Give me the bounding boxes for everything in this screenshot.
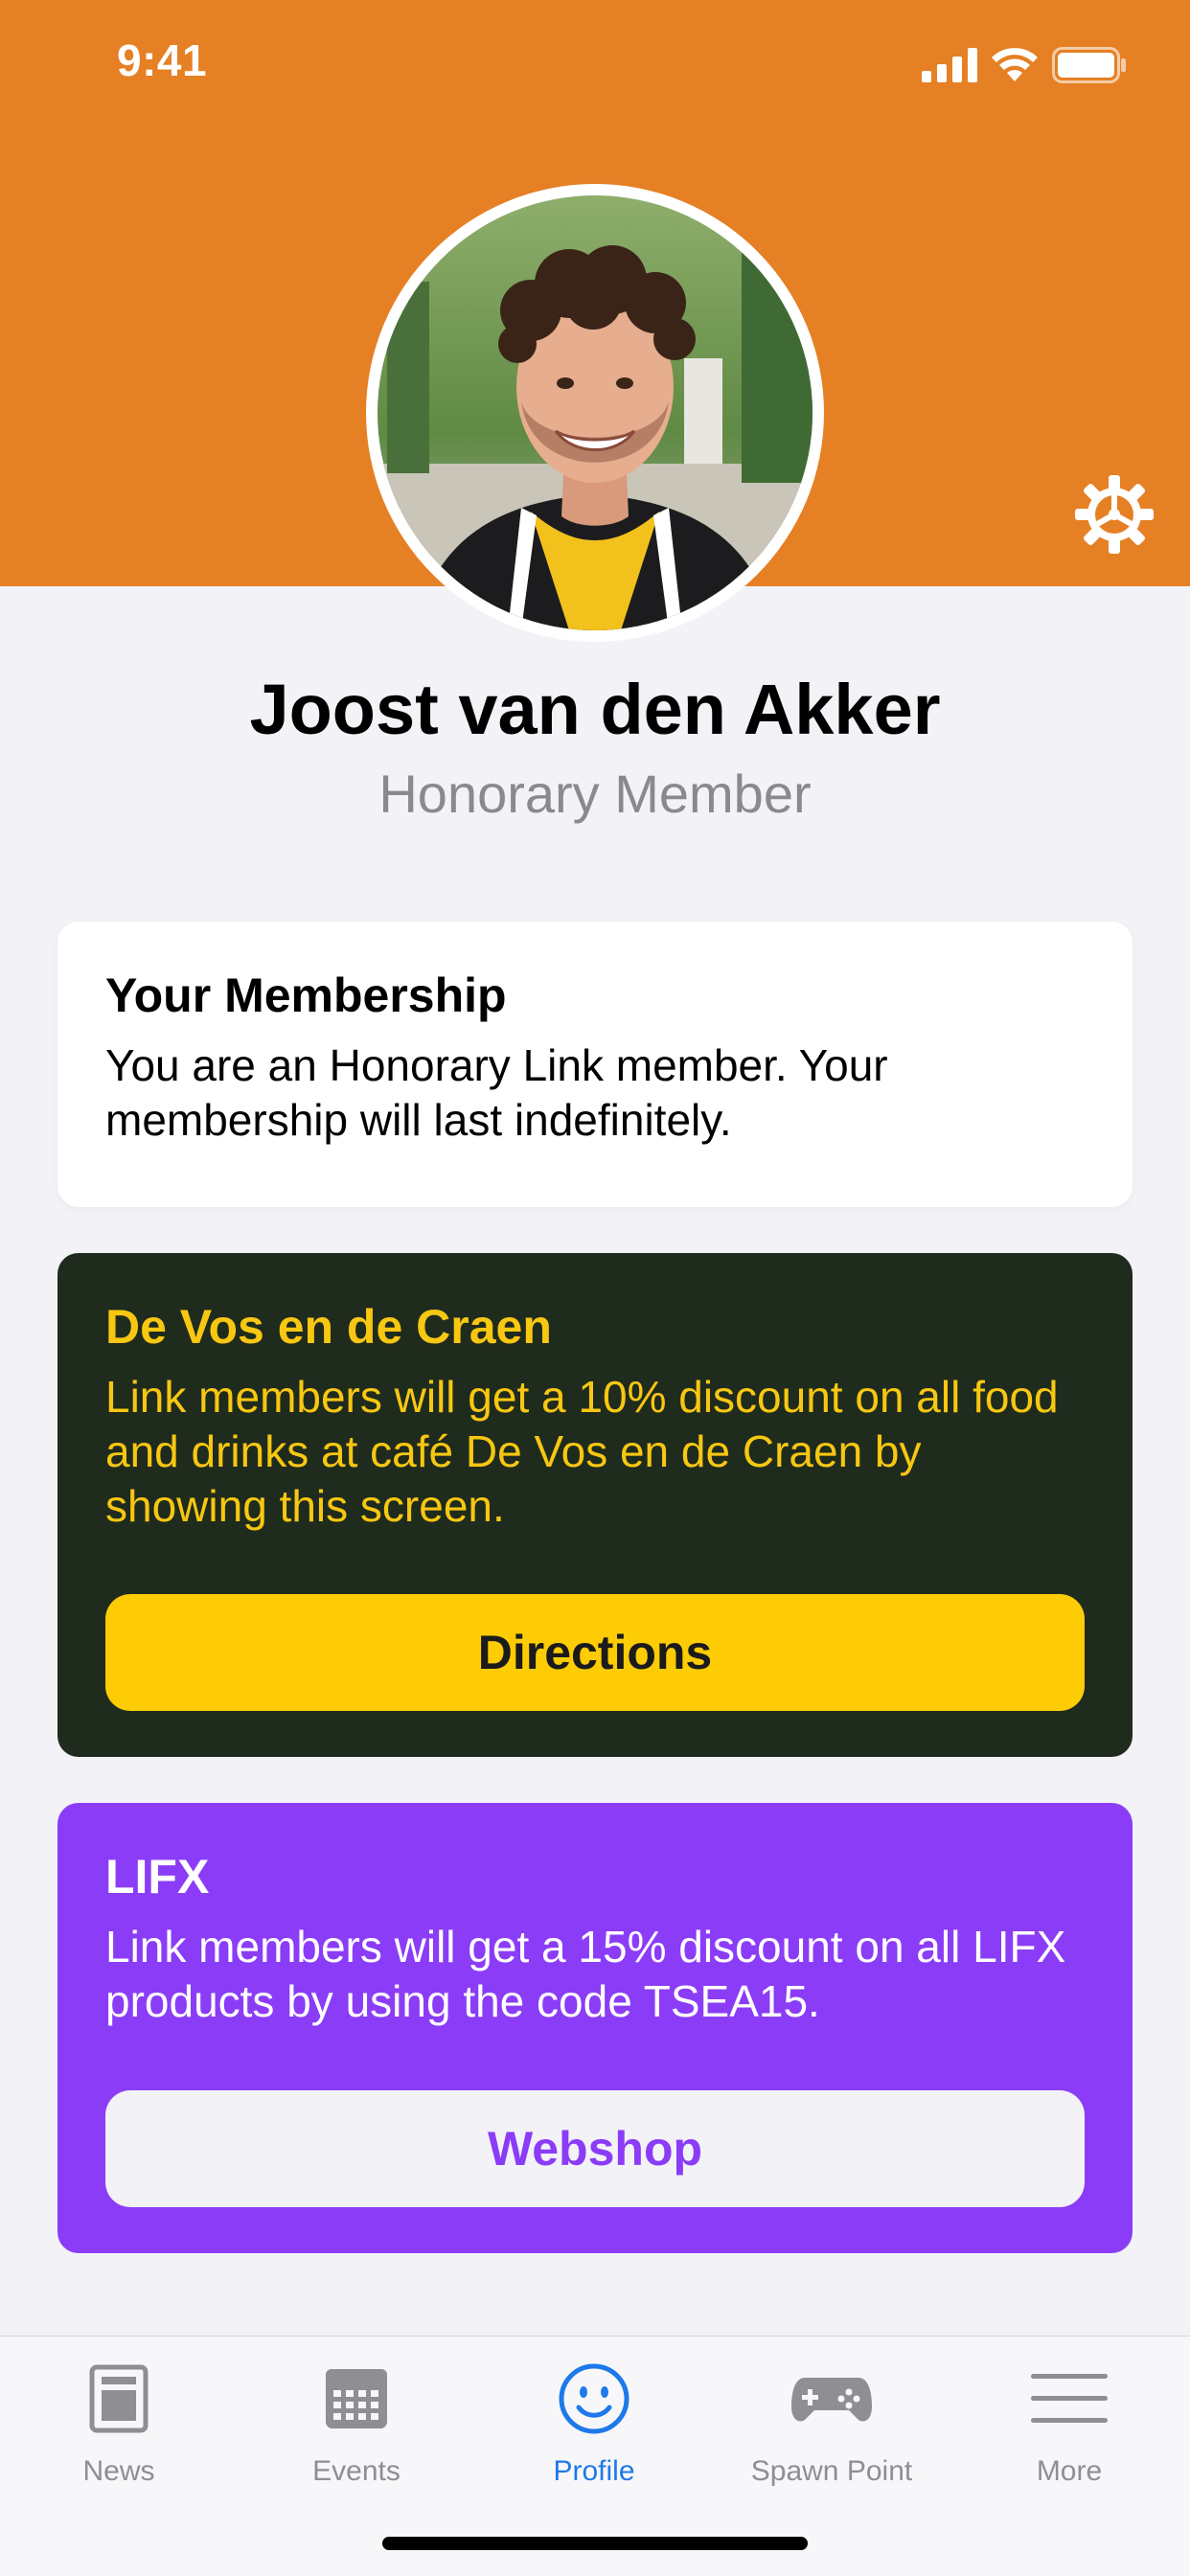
tab-label: Events	[312, 2455, 400, 2487]
lifx-card: LIFX Link members will get a 15% discoun…	[57, 1803, 1133, 2253]
vos-text: Link members will get a 10% discount on …	[105, 1372, 1059, 1531]
membership-text: You are an Honorary Link member. Your me…	[105, 1040, 888, 1145]
status-icons	[908, 46, 1127, 84]
battery-icon	[1052, 47, 1126, 83]
directions-button[interactable]: Directions	[105, 1594, 1085, 1711]
wifi-icon	[992, 48, 1038, 81]
profile-role: Honorary Member	[378, 764, 812, 824]
tab-more[interactable]: More	[950, 2356, 1188, 2499]
cellular-signal-icon	[922, 48, 977, 82]
calendar-icon	[313, 2356, 400, 2442]
menu-icon	[1026, 2356, 1112, 2442]
membership-title: Your Membership	[105, 969, 507, 1022]
tab-news[interactable]: News	[0, 2356, 238, 2499]
tab-label: News	[82, 2455, 155, 2487]
vos-card: De Vos en de Craen Link members will get…	[57, 1253, 1133, 1757]
news-icon	[76, 2356, 162, 2442]
webshop-button[interactable]: Webshop	[105, 2090, 1085, 2207]
profile-name: Joost van den Akker	[249, 670, 941, 749]
smiley-icon	[551, 2356, 637, 2442]
tab-label: More	[1036, 2455, 1103, 2487]
lifx-title: LIFX	[105, 1850, 210, 1904]
home-indicator[interactable]	[382, 2537, 808, 2550]
gamepad-icon	[789, 2356, 875, 2442]
tab-label: Spawn Point	[750, 2455, 913, 2487]
gear-icon[interactable]	[1073, 473, 1156, 556]
vos-title: De Vos en de Craen	[105, 1300, 552, 1354]
profile-photo	[378, 195, 812, 630]
tab-events[interactable]: Events	[238, 2356, 475, 2499]
avatar[interactable]	[366, 184, 824, 642]
membership-card: Your Membership You are an Honorary Link…	[57, 922, 1133, 1207]
status-time: 9:41	[117, 35, 208, 85]
tab-spawn-point[interactable]: Spawn Point	[713, 2356, 950, 2499]
tab-profile[interactable]: Profile	[475, 2356, 713, 2499]
tab-label: Profile	[553, 2455, 635, 2487]
lifx-text: Link members will get a 15% discount on …	[105, 1922, 1066, 2026]
